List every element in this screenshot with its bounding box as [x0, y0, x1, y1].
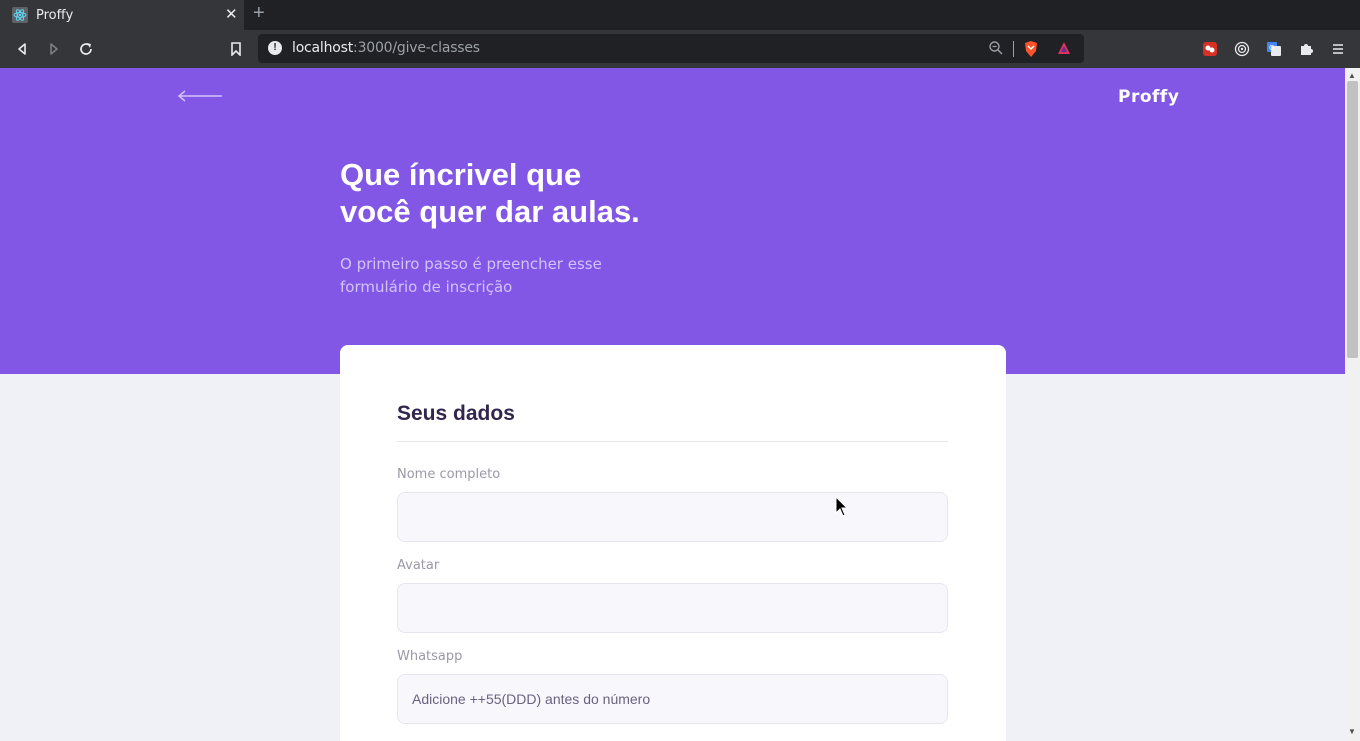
whatsapp-input[interactable]: [397, 674, 948, 724]
page-subtitle-line-2: formulário de inscrição: [340, 278, 513, 296]
bookmark-icon[interactable]: [226, 39, 246, 59]
name-label: Nome completo: [397, 467, 501, 482]
svg-text:G: G: [1269, 44, 1274, 52]
browser-tab[interactable]: Proffy ✕: [0, 0, 244, 30]
page-title-line-1: Que íncrivel que: [340, 157, 582, 192]
brave-shields-icon[interactable]: [1023, 40, 1039, 63]
scrollbar-thumb[interactable]: [1347, 81, 1358, 358]
form-card: Seus dados Nome completo Avatar Whatsapp: [340, 345, 1006, 741]
page-subtitle: O primeiro passo é preencher esse formul…: [340, 253, 630, 299]
target-icon[interactable]: [1232, 39, 1252, 59]
avatar-input[interactable]: [397, 583, 948, 633]
browser-toolbar: ! localhost:3000/give-classes G: [0, 30, 1360, 68]
legend-divider: [397, 441, 948, 442]
menu-icon[interactable]: [1328, 39, 1348, 59]
close-tab-icon[interactable]: ✕: [225, 5, 238, 23]
tab-title: Proffy: [36, 8, 74, 23]
page-scrollbar[interactable]: ▲ ▼: [1345, 68, 1360, 741]
page-subtitle-line-1: O primeiro passo é preencher esse: [340, 255, 602, 273]
page-title: Que íncrivel que você quer dar aulas.: [340, 156, 740, 230]
url-text[interactable]: localhost:3000/give-classes: [292, 40, 480, 56]
zoom-icon[interactable]: [988, 40, 1004, 61]
reload-icon[interactable]: [76, 39, 96, 59]
whatsapp-label: Whatsapp: [397, 649, 463, 664]
back-icon[interactable]: [12, 39, 32, 59]
browser-tab-bar: Proffy ✕ +: [0, 0, 1360, 30]
extensions-puzzle-icon[interactable]: [1296, 39, 1316, 59]
extension-icon[interactable]: [1200, 39, 1220, 59]
scroll-up-icon[interactable]: ▲: [1348, 71, 1356, 80]
avatar-label: Avatar: [397, 558, 440, 573]
scroll-down-icon[interactable]: ▼: [1348, 727, 1356, 736]
page-title-line-2: você quer dar aulas.: [340, 194, 640, 229]
name-input[interactable]: [397, 492, 948, 542]
address-separator: [1013, 41, 1014, 57]
back-arrow-icon[interactable]: [176, 88, 224, 104]
address-bar[interactable]: ! localhost:3000/give-classes: [258, 34, 1084, 63]
page-header: Proffy Que íncrivel que você quer dar au…: [0, 68, 1345, 374]
forward-icon[interactable]: [44, 39, 64, 59]
site-info-icon[interactable]: !: [268, 41, 282, 55]
brand-logo: Proffy: [1118, 87, 1180, 107]
page-viewport: Proffy Que íncrivel que você quer dar au…: [0, 68, 1345, 741]
translate-icon[interactable]: G: [1264, 39, 1284, 59]
react-icon: [12, 7, 28, 23]
brave-rewards-icon[interactable]: [1056, 40, 1072, 61]
new-tab-button[interactable]: +: [253, 2, 265, 25]
form-legend: Seus dados: [397, 402, 515, 425]
